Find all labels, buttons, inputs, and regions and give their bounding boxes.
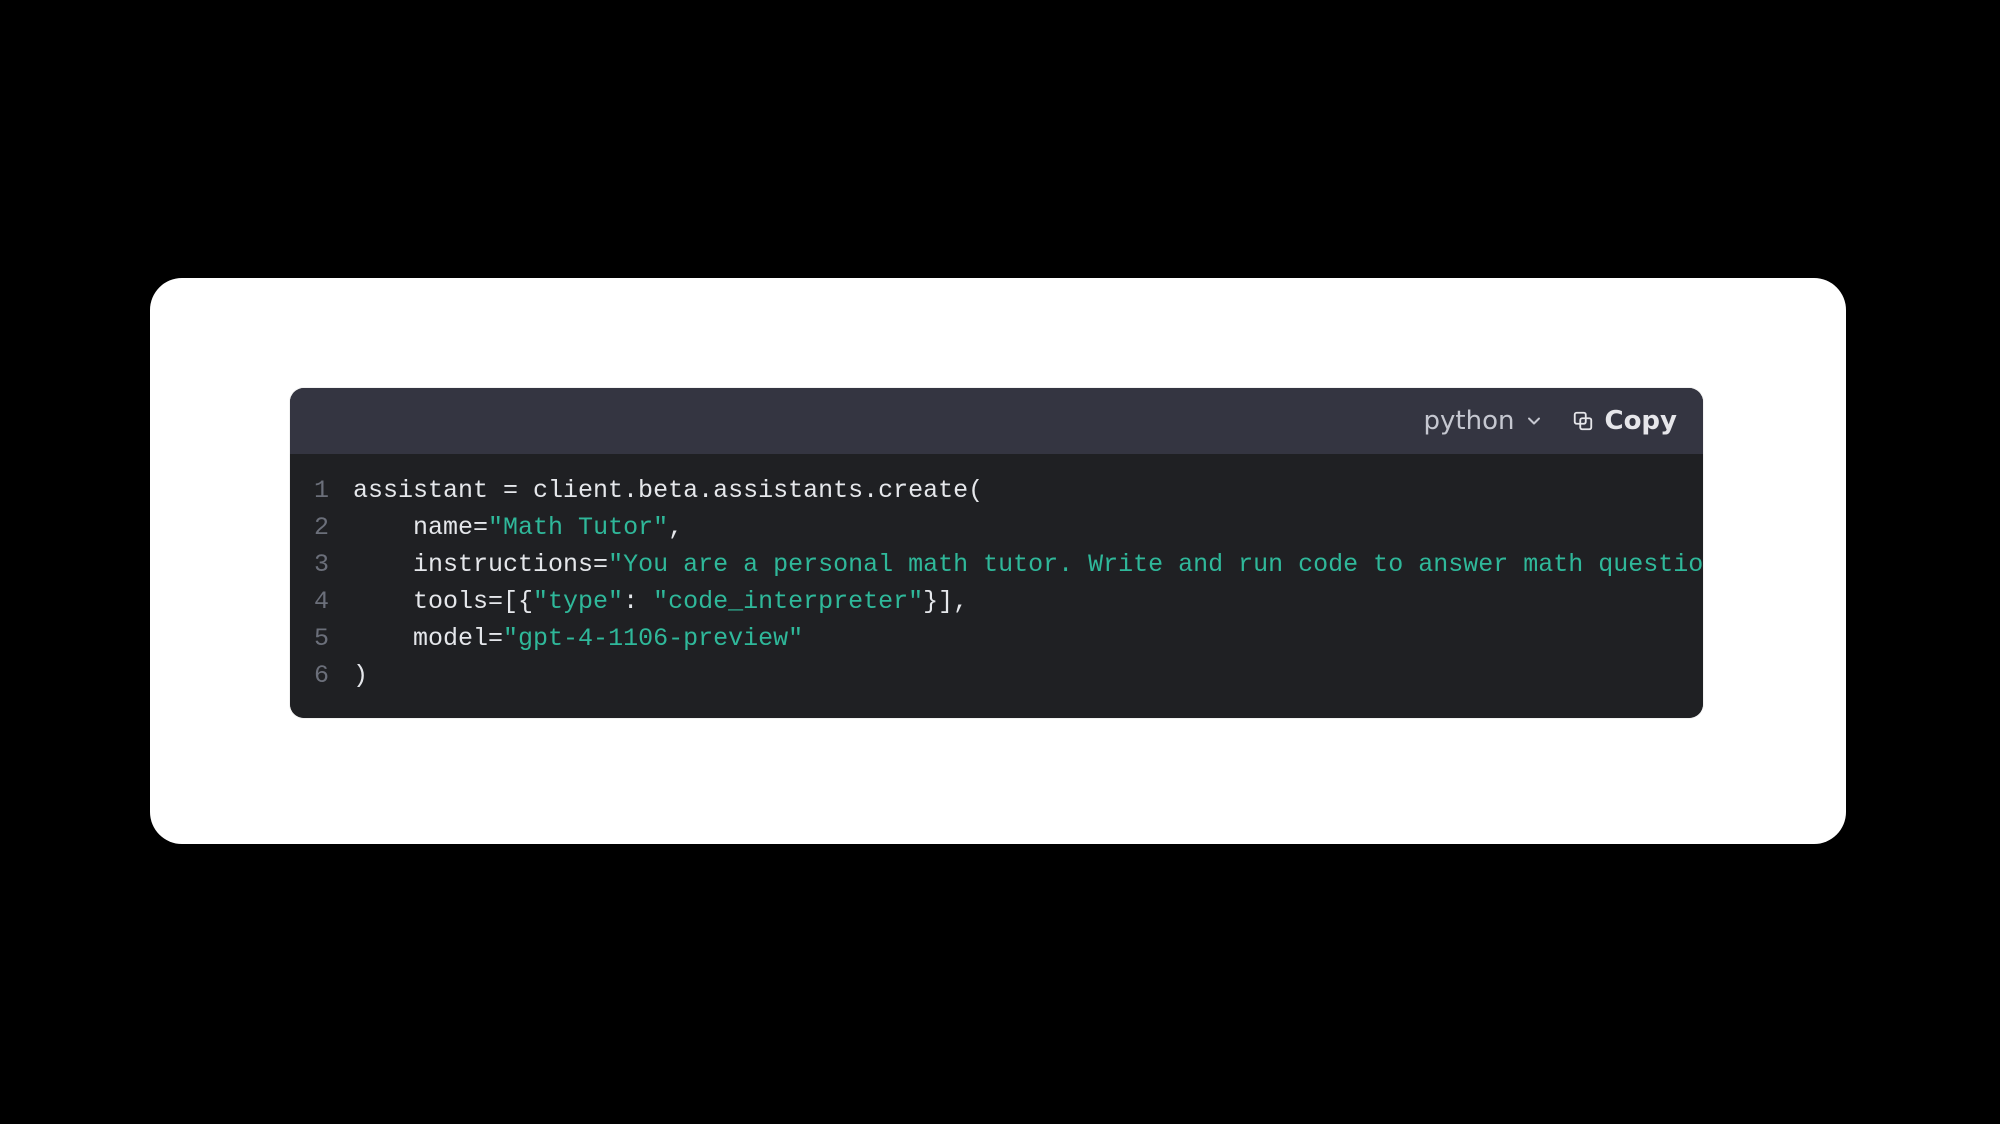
code-token: assistant = client.beta.assistants.creat… — [353, 476, 983, 505]
code-token: , — [668, 513, 683, 542]
chevron-down-icon — [1524, 411, 1544, 431]
line-number-gutter: 123456 — [290, 472, 347, 694]
copy-label: Copy — [1604, 406, 1677, 436]
copy-button[interactable]: Copy — [1572, 406, 1677, 436]
language-select[interactable]: python — [1424, 406, 1545, 436]
code-token: "type" — [533, 587, 623, 616]
line-number: 3 — [314, 546, 329, 583]
line-number: 1 — [314, 472, 329, 509]
code-token: name= — [353, 513, 488, 542]
code-token: instructions= — [353, 550, 608, 579]
code-block: python Copy 123456 assistant = client.be… — [290, 388, 1703, 718]
content-card: python Copy 123456 assistant = client.be… — [150, 278, 1846, 844]
line-number: 2 — [314, 509, 329, 546]
line-number: 5 — [314, 620, 329, 657]
language-label: python — [1424, 406, 1515, 436]
code-token: : — [623, 587, 653, 616]
code-token: "gpt-4-1106-preview" — [503, 624, 803, 653]
code-token: "Math Tutor" — [488, 513, 668, 542]
code-token: tools=[{ — [353, 587, 533, 616]
line-number: 4 — [314, 583, 329, 620]
code-body: 123456 assistant = client.beta.assistant… — [290, 454, 1703, 718]
code-token: ) — [353, 661, 368, 690]
code-token: model= — [353, 624, 503, 653]
code-block-header: python Copy — [290, 388, 1703, 454]
code-token: "You are a personal math tutor. Write an… — [608, 550, 1703, 579]
line-number: 6 — [314, 657, 329, 694]
code-content[interactable]: assistant = client.beta.assistants.creat… — [347, 472, 1703, 694]
code-token: }], — [923, 587, 968, 616]
code-token: "code_interpreter" — [653, 587, 923, 616]
copy-icon — [1572, 410, 1594, 432]
